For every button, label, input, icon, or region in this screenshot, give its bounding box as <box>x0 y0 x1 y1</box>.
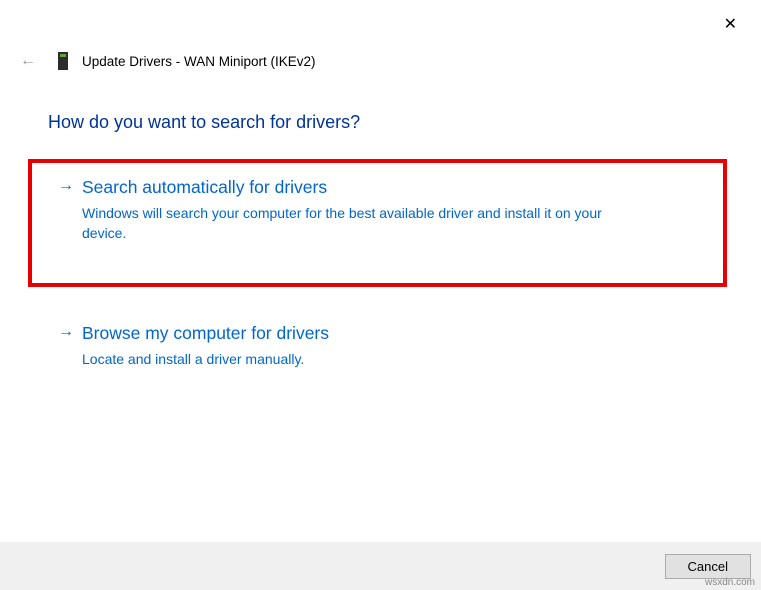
cancel-button[interactable]: Cancel <box>665 554 751 579</box>
arrow-right-icon: → <box>58 323 74 341</box>
option-title: Search automatically for drivers <box>82 177 701 198</box>
close-icon: ✕ <box>724 16 737 33</box>
dialog-footer: Cancel <box>0 542 761 590</box>
option-description: Locate and install a driver manually. <box>82 350 642 370</box>
options-container: → Search automatically for drivers Windo… <box>0 159 761 398</box>
back-arrow-icon: ← <box>14 50 42 72</box>
option-description: Windows will search your computer for th… <box>82 204 642 243</box>
dialog-header: ← Update Drivers - WAN Miniport (IKEv2) <box>0 0 761 72</box>
watermark: wsxdn.com <box>705 577 755 588</box>
close-button[interactable]: ✕ <box>716 10 745 38</box>
option-title: Browse my computer for drivers <box>82 323 701 344</box>
option-browse-computer[interactable]: → Browse my computer for drivers Locate … <box>28 305 727 398</box>
arrow-right-icon: → <box>58 177 74 195</box>
option-search-automatically[interactable]: → Search automatically for drivers Windo… <box>28 159 727 287</box>
device-icon <box>58 52 68 70</box>
dialog-title: Update Drivers - WAN Miniport (IKEv2) <box>82 54 316 69</box>
main-heading: How do you want to search for drivers? <box>48 112 761 133</box>
